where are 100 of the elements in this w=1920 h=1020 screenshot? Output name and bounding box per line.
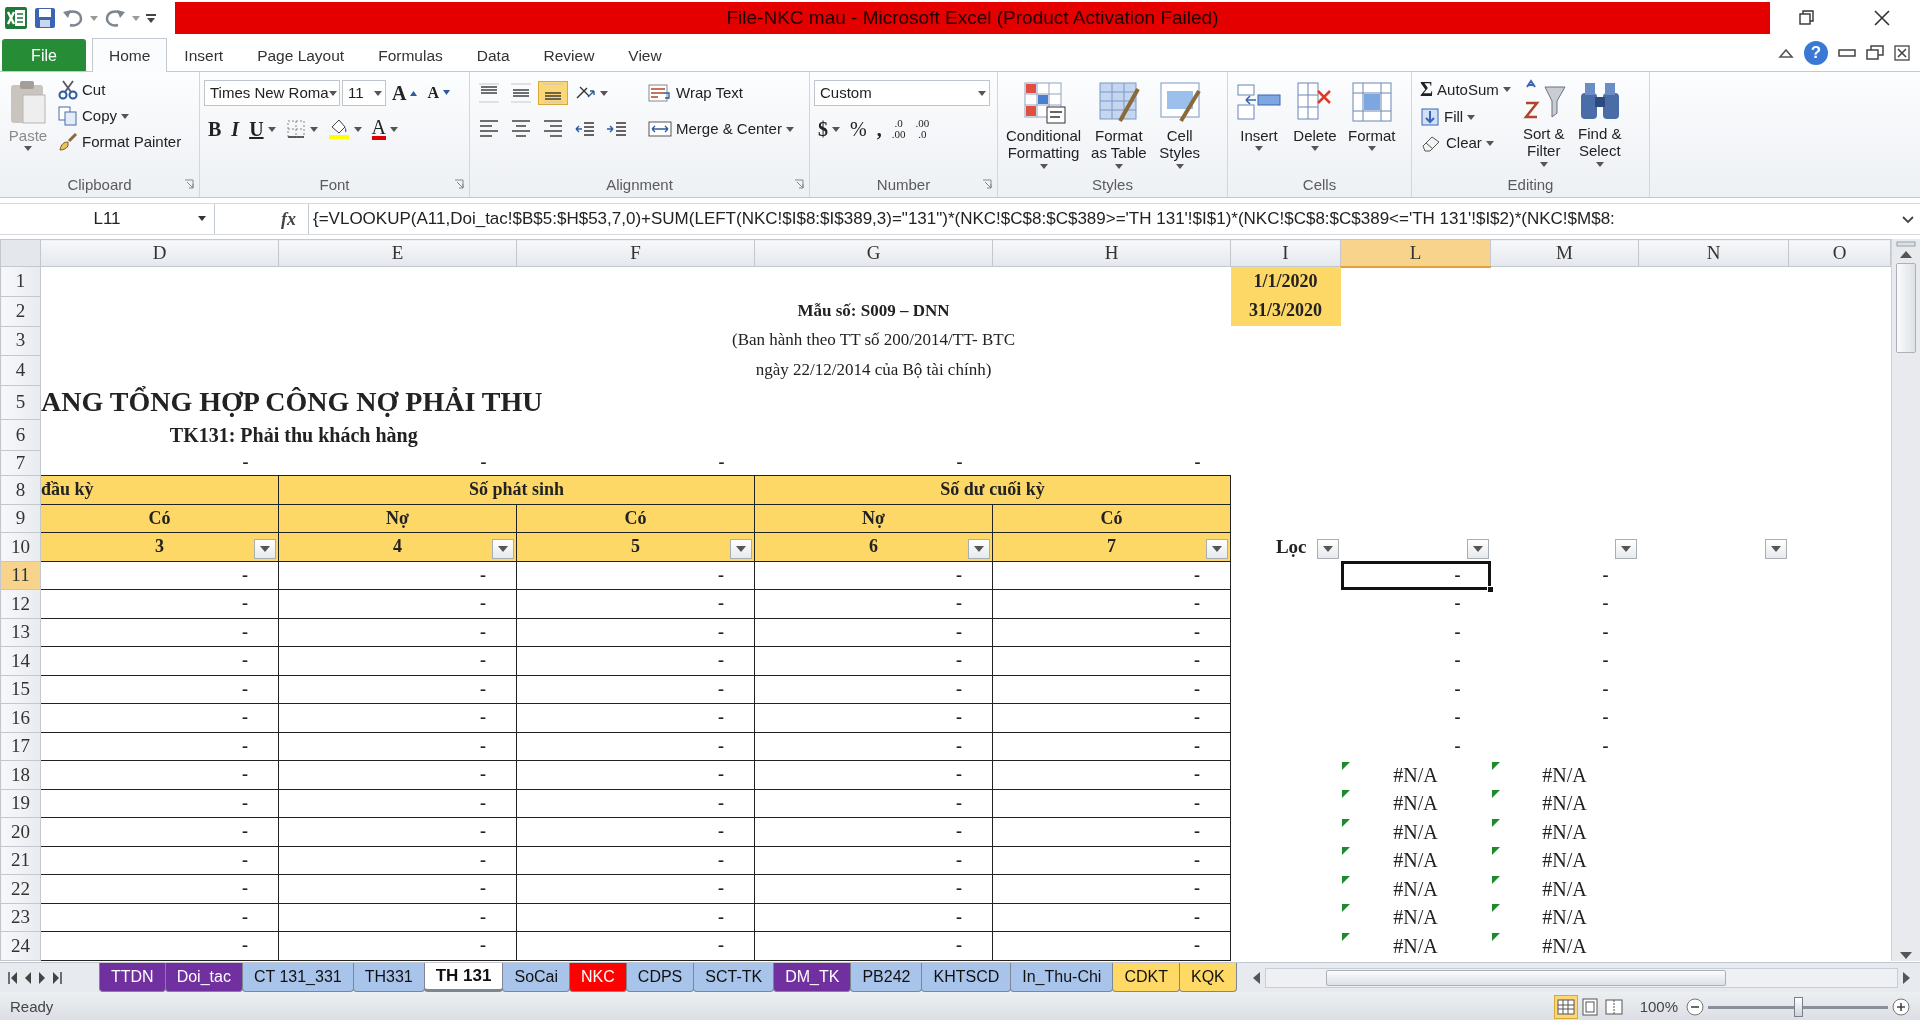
column-header[interactable]: E — [278, 239, 517, 267]
row-header[interactable]: 11 — [0, 561, 41, 590]
filter-dropdown-button[interactable] — [1764, 539, 1787, 560]
row-header[interactable]: 9 — [0, 504, 41, 533]
ribbon-tab[interactable]: Data — [459, 39, 527, 71]
increase-decimal-button[interactable]: .0 .00 — [887, 116, 910, 142]
sheet-tab[interactable]: Doi_tac — [164, 963, 243, 992]
row-header[interactable]: 15 — [0, 675, 41, 704]
row-header[interactable]: 2 — [0, 296, 41, 327]
fill-handle[interactable] — [1486, 585, 1494, 593]
currency-button[interactable]: $ — [814, 115, 844, 143]
sheet-tab[interactable]: CDPS — [625, 963, 695, 992]
name-box[interactable]: L11 — [0, 204, 215, 234]
formula-field[interactable]: {=VLOOKUP(A11,Doi_tac!$B$5:$H$53,7,0)+SUM(LEFT(NKC!$I$8:$I$389,3)="131")*(NKC!$C$8:$C$389>='TH 131'!$I$1)*(NKC!$C$8:$C$389<='TH 131'!$I$2)*(NKC!$M$8: — [308, 204, 1896, 234]
vertical-scrollbar[interactable] — [1891, 239, 1920, 961]
customize-toolbar-icon[interactable] — [146, 12, 156, 24]
normal-view-button[interactable] — [1553, 995, 1578, 1019]
row-header[interactable]: 22 — [0, 874, 41, 904]
row-header[interactable]: 3 — [0, 326, 41, 356]
active-cell[interactable]: - — [1340, 561, 1491, 590]
ribbon-tab[interactable]: Formulas — [361, 39, 460, 71]
sheet-tab[interactable]: CT 131_331 — [241, 963, 354, 992]
horizontal-scrollbar[interactable] — [1264, 967, 1898, 988]
row-header[interactable]: 24 — [0, 931, 41, 961]
ribbon-tab[interactable]: Home — [92, 38, 168, 72]
comma-button[interactable]: , — [872, 115, 886, 143]
last-sheet-icon[interactable] — [52, 971, 62, 984]
insert-function-button[interactable]: fx — [275, 204, 302, 234]
column-header[interactable]: G — [754, 239, 993, 267]
sheet-tab[interactable]: SoCai — [502, 963, 571, 992]
copy-button[interactable]: Copy — [54, 104, 186, 128]
sheet-tab[interactable]: DM_TK — [773, 963, 852, 992]
sheet-tab[interactable]: TH 131 — [423, 963, 504, 992]
sheet-tab[interactable]: KQK — [1178, 963, 1237, 992]
grow-font-button[interactable]: A — [388, 79, 422, 107]
zoom-out-icon[interactable] — [1686, 998, 1704, 1016]
row-header[interactable]: 21 — [0, 846, 41, 875]
row-header[interactable]: 14 — [0, 646, 41, 676]
ribbon-tab[interactable]: View — [611, 39, 679, 71]
bottom-align-button[interactable] — [538, 81, 568, 105]
sheet-tab[interactable]: KHTSCD — [921, 963, 1012, 992]
restore-icon[interactable] — [1866, 45, 1884, 61]
sheet-tab[interactable]: CDKT — [1112, 963, 1180, 992]
row-header[interactable]: 10 — [0, 532, 41, 562]
cut-button[interactable]: Cut — [54, 78, 186, 102]
filter-dropdown-button[interactable] — [1206, 538, 1228, 559]
clear-button[interactable]: Clear — [1416, 131, 1515, 155]
scroll-right-icon[interactable] — [1902, 970, 1912, 985]
row-header[interactable]: 13 — [0, 618, 41, 647]
delete-button[interactable]: Delete — [1288, 76, 1342, 173]
row-header[interactable]: 19 — [0, 789, 41, 818]
scroll-up-icon[interactable] — [1899, 249, 1913, 259]
column-header[interactable]: M — [1490, 239, 1639, 267]
font-color-button[interactable]: A — [367, 116, 403, 142]
dialog-launcher-icon[interactable] — [794, 179, 804, 189]
sheet-tab[interactable]: TTDN — [99, 963, 166, 992]
redo-icon[interactable] — [104, 8, 126, 28]
shrink-font-button[interactable]: A — [423, 81, 454, 105]
filter-dropdown-button[interactable] — [730, 538, 752, 559]
filter-dropdown-button[interactable] — [968, 538, 990, 559]
close-icon[interactable] — [1873, 9, 1891, 27]
filter-dropdown-button[interactable] — [1614, 539, 1637, 560]
row-header[interactable]: 12 — [0, 589, 41, 619]
italic-button[interactable]: I — [227, 115, 244, 143]
column-header[interactable]: I — [1230, 239, 1341, 267]
sheet-tab[interactable]: NKC — [569, 963, 627, 992]
merge-center-button[interactable]: Merge & Center — [644, 117, 798, 141]
sheet-tab[interactable]: TH331 — [352, 963, 425, 992]
dialog-launcher-icon[interactable] — [454, 179, 464, 189]
find-select-button[interactable]: Find & Select — [1572, 76, 1627, 173]
conditional-formatting-button[interactable]: Conditional Formatting — [1002, 76, 1086, 173]
filter-dropdown-button[interactable] — [1466, 539, 1489, 560]
sheet-tab[interactable]: PB242 — [850, 963, 923, 992]
first-sheet-icon[interactable] — [8, 971, 18, 984]
percent-button[interactable]: % — [846, 115, 871, 143]
number-format-field[interactable]: Custom — [814, 80, 990, 106]
row-header[interactable]: 17 — [0, 732, 41, 761]
close-icon[interactable] — [1894, 45, 1910, 61]
font-name-field[interactable]: Times New Roma — [204, 80, 340, 106]
format-button[interactable]: Format — [1344, 76, 1400, 173]
row-header[interactable]: 16 — [0, 703, 41, 733]
dialog-launcher-icon[interactable] — [184, 179, 194, 189]
filter-dropdown-button[interactable] — [254, 538, 276, 559]
collapse-ribbon-icon[interactable] — [1778, 47, 1794, 59]
column-header[interactable]: L — [1340, 239, 1491, 267]
row-header[interactable]: 5 — [0, 385, 41, 420]
insert-button[interactable]: Insert — [1232, 76, 1286, 173]
font-size-field[interactable]: 11 — [342, 80, 386, 106]
row-header[interactable]: 20 — [0, 817, 41, 847]
sort-filter-button[interactable]: Sort & Filter — [1516, 76, 1571, 173]
column-header[interactable]: O — [1788, 239, 1891, 267]
ribbon-tab[interactable]: Insert — [167, 39, 241, 71]
row-header[interactable]: 6 — [0, 419, 41, 451]
scrollbar-thumb[interactable] — [1896, 263, 1916, 353]
fill-button[interactable]: Fill — [1416, 105, 1515, 129]
row-header[interactable]: 1 — [0, 267, 41, 297]
save-icon[interactable] — [34, 7, 56, 29]
zoom-slider-thumb[interactable] — [1794, 997, 1803, 1017]
row-header[interactable]: 4 — [0, 355, 41, 386]
row-header[interactable]: 8 — [0, 475, 41, 505]
